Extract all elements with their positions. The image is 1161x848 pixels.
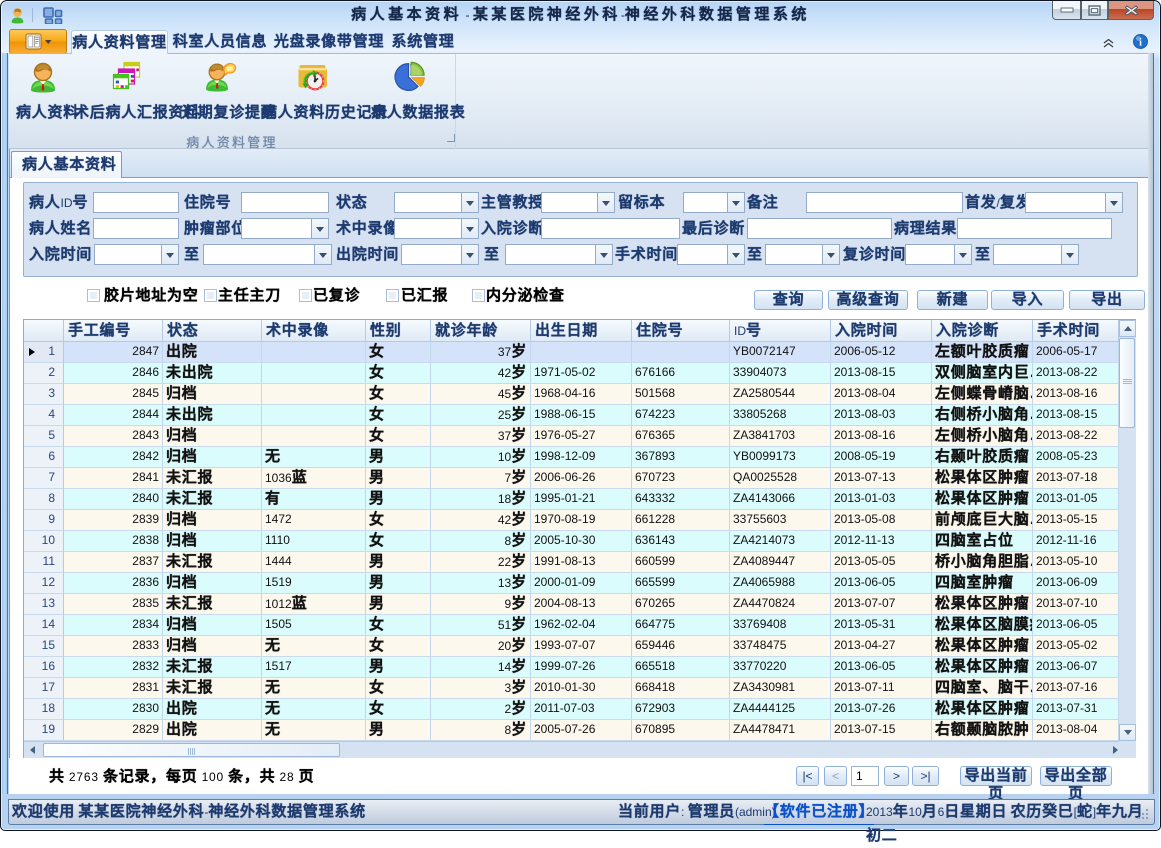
svg-text:i: i [1139,38,1142,49]
